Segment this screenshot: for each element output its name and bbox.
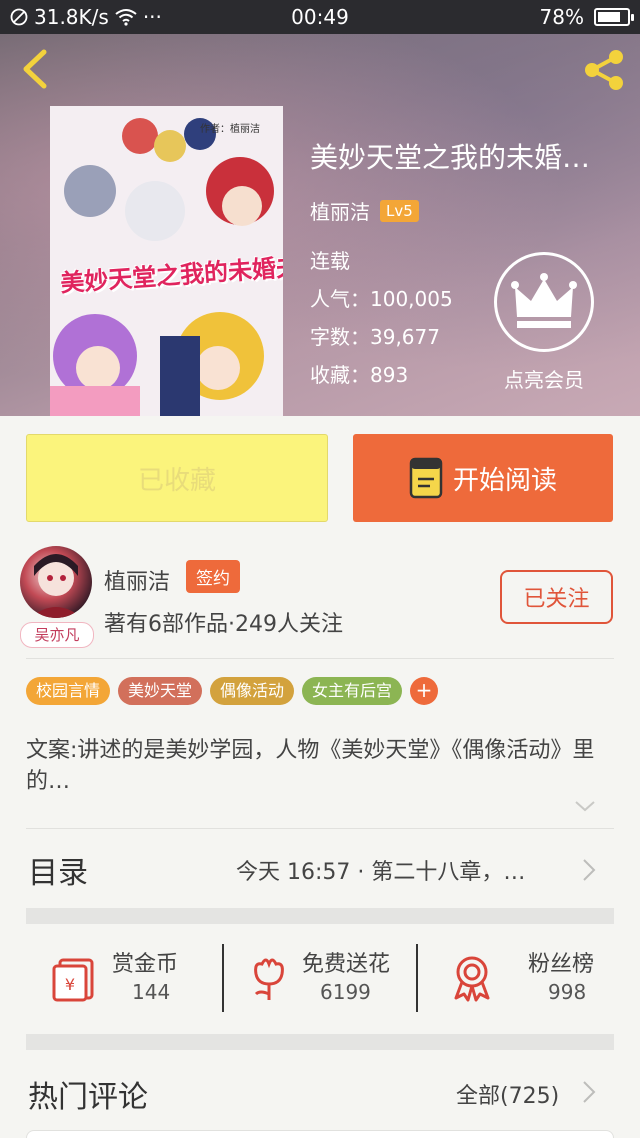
svg-text:¥: ¥	[65, 975, 75, 994]
reward-coins[interactable]: ¥ 赏金币 144	[52, 944, 222, 1016]
book-description[interactable]: 文案:讲述的是美妙学园，人物《美妙天堂》《偶像活动》里的…	[26, 735, 616, 797]
stats-row: ¥ 赏金币 144 免费送花 6199 粉丝榜 998	[26, 926, 614, 1034]
flowers-value: 6199	[320, 980, 371, 1004]
vip-label: 点亮会员	[504, 368, 584, 392]
status-bar: 31.8K/s ··· 00:49 78%	[0, 0, 640, 34]
section-separator	[26, 1034, 614, 1050]
add-tag-button[interactable]: +	[410, 677, 439, 705]
status-right: 78%	[539, 5, 634, 29]
book-icon	[409, 457, 443, 499]
book-header: 作者：植丽洁 美妙天堂之我的未婚夫之路 美妙天堂之我的未婚… 植丽洁 Lv5 连…	[0, 34, 640, 416]
followed-button[interactable]: 已关注	[500, 570, 613, 624]
tag-reverse-harem[interactable]: 女主有后宫	[302, 677, 403, 705]
back-arrow-icon[interactable]	[16, 46, 56, 92]
author-section: 吴亦凡 植丽洁 签约 著有6部作品·249人关注 已关注	[0, 534, 640, 658]
author-row: 植丽洁 Lv5	[310, 196, 419, 225]
favorited-button[interactable]: 已收藏	[26, 434, 328, 522]
divider	[26, 658, 614, 659]
battery-percent: 78%	[539, 5, 584, 29]
all-comments-link[interactable]: 全部(725)	[456, 1078, 559, 1110]
crown-icon	[494, 252, 594, 352]
book-cover[interactable]: 作者：植丽洁 美妙天堂之我的未婚夫之路	[50, 106, 283, 416]
favorited-label: 已收藏	[137, 465, 216, 496]
followed-label: 已关注	[523, 587, 590, 612]
red-envelope-icon: ¥	[52, 958, 94, 1002]
favorites-count: 收藏：893	[310, 363, 409, 387]
tag-list: 校园言情 美妙天堂 偶像活动 女主有后宫 +	[26, 677, 439, 705]
avatar-tag: 吴亦凡	[20, 622, 94, 648]
reward-value: 144	[132, 980, 171, 1004]
flowers-label: 免费送花	[302, 952, 391, 977]
fans-value: 998	[548, 980, 587, 1004]
comment-card	[26, 1130, 614, 1138]
tag-campus-romance[interactable]: 校园言情	[26, 677, 111, 705]
latest-chapter: 今天 16:57 · 第二十八章，…	[236, 860, 526, 885]
divider	[26, 828, 614, 829]
action-bar: 已收藏 开始阅读	[0, 416, 640, 534]
chevron-down-icon[interactable]	[574, 798, 596, 814]
start-reading-button[interactable]: 开始阅读	[353, 434, 613, 522]
popularity: 人气：100,005	[310, 287, 453, 311]
divider	[222, 944, 224, 1012]
book-title: 美妙天堂之我的未婚…	[310, 141, 591, 174]
book-meta: 连载 人气：100,005 字数：39,677 收藏：893	[310, 242, 453, 394]
section-separator	[26, 908, 614, 924]
cover-author: 作者：植丽洁	[200, 124, 260, 135]
book-author[interactable]: 植丽洁	[310, 196, 370, 225]
award-ribbon-icon	[454, 956, 490, 1002]
chevron-right-icon[interactable]	[582, 1080, 596, 1104]
table-of-contents-row[interactable]: 目录 今天 16:57 · 第二十八章，…	[0, 830, 640, 908]
reward-label: 赏金币	[112, 952, 179, 977]
share-icon[interactable]	[580, 46, 628, 94]
battery-fill	[598, 12, 620, 22]
tag-pretty-rhythm[interactable]: 美妙天堂	[118, 677, 203, 705]
flower-icon	[254, 958, 284, 1000]
fan-ranking[interactable]: 粉丝榜 998	[450, 944, 610, 1016]
word-count: 字数：39,677	[310, 325, 440, 349]
fans-label: 粉丝榜	[528, 952, 595, 977]
avatar[interactable]	[20, 546, 92, 618]
author-info: 著有6部作品·249人关注	[104, 612, 343, 637]
free-flowers[interactable]: 免费送花 6199	[244, 944, 414, 1016]
serial-status: 连载	[310, 249, 350, 273]
chevron-right-icon	[583, 859, 596, 881]
tag-idol-activity[interactable]: 偶像活动	[210, 677, 295, 705]
hot-comments-title: 热门评论	[28, 1080, 148, 1115]
vip-button[interactable]: 点亮会员	[492, 252, 596, 393]
divider	[416, 944, 418, 1012]
hot-comments-section: 热门评论 全部(725)	[0, 1050, 640, 1138]
level-badge: Lv5	[380, 199, 419, 222]
battery-icon	[594, 8, 634, 26]
signed-badge: 签约	[186, 560, 240, 593]
start-reading-label: 开始阅读	[452, 465, 557, 496]
toc-title: 目录	[28, 856, 88, 891]
author-name[interactable]: 植丽洁	[104, 564, 170, 596]
